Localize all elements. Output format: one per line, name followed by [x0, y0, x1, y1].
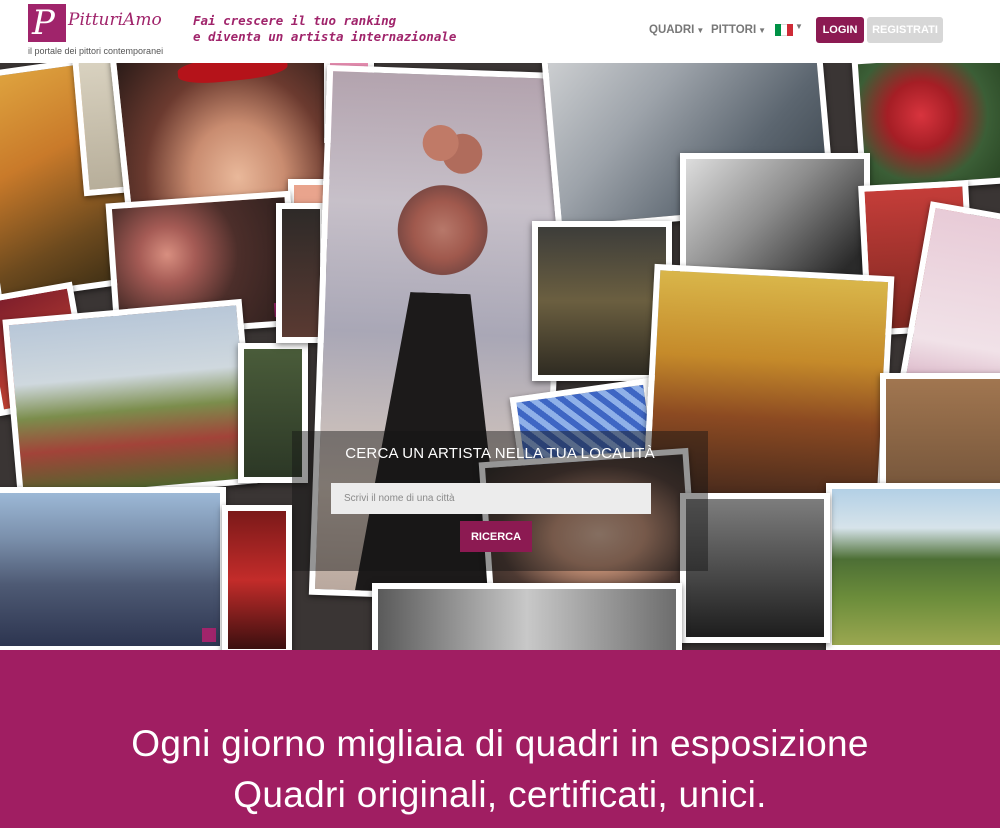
painting-thumbnail[interactable]	[0, 487, 226, 650]
painting-thumbnail[interactable]	[222, 505, 292, 650]
promo-band: Ogni giorno migliaia di quadri in esposi…	[0, 650, 1000, 828]
nav-pittori-label: PITTORI	[711, 24, 757, 36]
watermark-icon	[202, 628, 216, 642]
logo-mark: P	[28, 4, 66, 42]
search-button[interactable]: RICERCA	[460, 521, 532, 552]
painting-thumbnail[interactable]	[2, 298, 258, 505]
painting-thumbnail[interactable]	[851, 63, 1000, 194]
logo-name: PitturiAmo	[68, 10, 162, 30]
site-logo[interactable]: P PitturiAmo il portale dei pittori cont…	[28, 4, 188, 60]
hero-painting-collage: CERCA UN ARTISTA NELLA TUA LOCALITÀ RICE…	[0, 63, 1000, 650]
caret-down-icon: ▼	[696, 25, 705, 35]
header-slogan: Fai crescere il tuo ranking e diventa un…	[193, 13, 456, 45]
nav-pittori-dropdown[interactable]: PITTORI ▼	[711, 17, 766, 43]
slogan-line-2: e diventa un artista internazionale	[193, 29, 457, 44]
city-search-input[interactable]	[331, 483, 651, 514]
italy-flag-icon[interactable]	[775, 24, 793, 36]
site-header: P PitturiAmo il portale dei pittori cont…	[0, 0, 1000, 63]
artist-search-panel: CERCA UN ARTISTA NELLA TUA LOCALITÀ RICE…	[292, 431, 708, 571]
login-button[interactable]: LOGIN	[816, 17, 864, 43]
nav-quadri-label: QUADRI	[649, 24, 695, 36]
painting-thumbnail[interactable]	[826, 483, 1000, 650]
painting-thumbnail[interactable]	[372, 583, 682, 650]
promo-subheadline: Quadri originali, certificati, unici.	[233, 774, 767, 815]
caret-down-icon[interactable]: ▼	[795, 22, 803, 31]
slogan-line-1: Fai crescere il tuo ranking	[193, 13, 397, 28]
nav-quadri-dropdown[interactable]: QUADRI ▼	[649, 17, 704, 43]
promo-headline: Ogni giorno migliaia di quadri in esposi…	[131, 723, 869, 764]
search-title: CERCA UN ARTISTA NELLA TUA LOCALITÀ	[345, 445, 655, 462]
caret-down-icon: ▼	[758, 25, 767, 35]
register-button[interactable]: REGISTRATI	[867, 17, 943, 43]
logo-tagline: il portale dei pittori contemporanei	[28, 46, 164, 56]
